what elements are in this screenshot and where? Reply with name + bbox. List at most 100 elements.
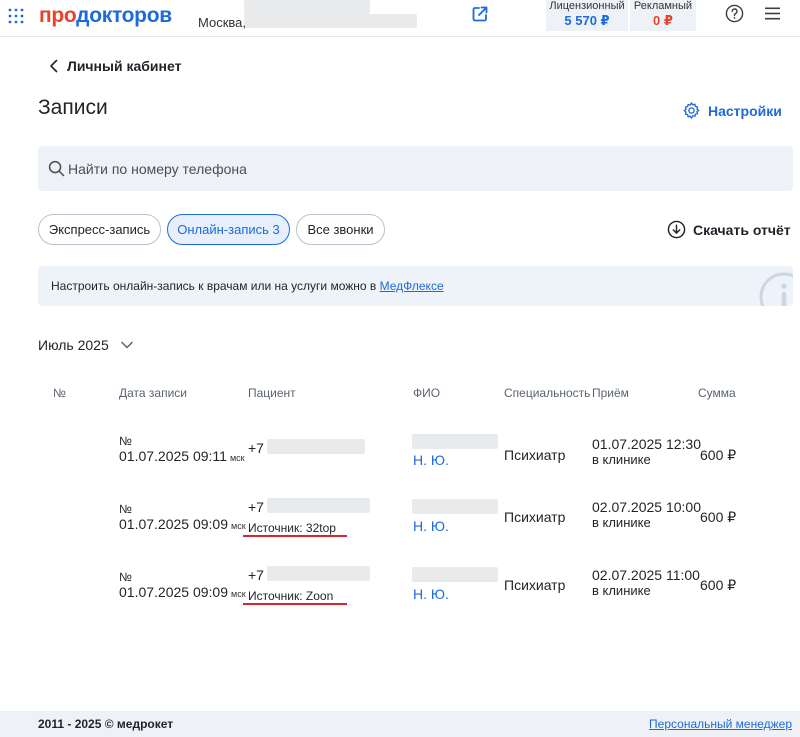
patient-phone: +7 <box>248 567 264 583</box>
redacted-address <box>244 14 417 28</box>
settings-button[interactable]: Настройки <box>682 101 782 120</box>
menu-icon[interactable] <box>765 7 780 20</box>
doctor-name-link[interactable]: Н. Ю. <box>413 452 449 468</box>
table-row[interactable]: № 01.07.2025 09:09 мск +7 Источник: Zoon … <box>0 566 800 638</box>
booking-sum: 600 ₽ <box>700 577 737 593</box>
chevron-down-icon <box>121 341 133 349</box>
booking-sum: 600 ₽ <box>700 447 737 463</box>
back-link[interactable]: Личный кабинет <box>49 57 181 75</box>
ad-balance-label: Рекламный <box>633 0 693 12</box>
booking-date: 01.07.2025 09:09 мск <box>119 584 246 600</box>
visit-place: в клинике <box>592 583 651 598</box>
column-header-specialty: Специальность <box>504 386 591 400</box>
back-link-label: Личный кабинет <box>67 58 182 74</box>
search-icon <box>48 160 65 177</box>
redacted-name <box>412 499 498 514</box>
filter-online[interactable]: Онлайн-запись 3 <box>167 214 290 245</box>
filter-express-label: Экспресс-запись <box>48 222 151 237</box>
gear-icon <box>683 102 700 119</box>
medflex-link[interactable]: МедФлексе <box>380 279 444 293</box>
download-report-label: Скачать отчёт <box>693 221 791 238</box>
table-row[interactable]: № 01.07.2025 09:11 мск +7 Н. Ю. Психиатр … <box>0 434 800 502</box>
booking-date: 01.07.2025 09:11 мск <box>119 448 245 464</box>
booking-source: Источник: Zoon <box>248 589 334 603</box>
booking-sum: 600 ₽ <box>700 509 737 525</box>
booking-number-label: № <box>119 502 132 516</box>
settings-label: Настройки <box>708 102 782 119</box>
timezone-label: мск <box>231 589 246 599</box>
timezone-label: мск <box>231 521 246 531</box>
source-highlight-underline <box>243 603 347 605</box>
booking-number-label: № <box>119 570 132 584</box>
booking-number-label: № <box>119 434 132 448</box>
timezone-label: мск <box>229 453 245 463</box>
doctor-name-link[interactable]: Н. Ю. <box>413 518 449 534</box>
chevron-left-icon <box>50 59 58 73</box>
table-row[interactable]: № 01.07.2025 09:09 мск +7 Источник: 32top… <box>0 498 800 570</box>
redacted-address <box>244 0 370 14</box>
column-header-fio: ФИО <box>413 386 441 400</box>
column-header-date: Дата записи <box>119 386 187 400</box>
page-title: Записи <box>38 96 108 119</box>
month-value: Июль 2025 <box>38 337 109 353</box>
column-header-sum: Сумма <box>698 386 736 400</box>
filter-all-calls-label: Все звонки <box>307 222 374 237</box>
source-highlight-underline <box>243 535 347 537</box>
logo[interactable]: продокторов <box>39 4 172 28</box>
ad-balance[interactable]: Рекламный 0 ₽ <box>630 0 696 31</box>
info-icon <box>759 272 793 306</box>
redacted-name <box>412 434 498 449</box>
patient-phone: +7 <box>248 499 264 515</box>
license-balance-value: 5 570 ₽ <box>564 13 610 28</box>
footer: 2011 - 2025 © медрокет Персональный мене… <box>0 711 800 737</box>
license-balance-label: Лицензионный <box>549 0 625 12</box>
column-header-number: № <box>53 386 66 400</box>
copyright: 2011 - 2025 © медрокет <box>38 717 174 731</box>
specialty: Психиатр <box>504 577 566 593</box>
visit-info: 01.07.2025 12:30 в клинике <box>592 436 701 468</box>
info-message: Настроить онлайн-запись к врачам или на … <box>51 279 380 293</box>
phone-search-input[interactable] <box>68 160 748 177</box>
patient-phone: +7 <box>248 440 264 456</box>
doctor-name-link[interactable]: Н. Ю. <box>413 586 449 602</box>
redacted-phone <box>267 566 370 581</box>
column-header-visit: Приём <box>592 386 629 400</box>
license-balance[interactable]: Лицензионный 5 570 ₽ <box>546 0 628 31</box>
info-text: Настроить онлайн-запись к врачам или на … <box>51 279 444 293</box>
redacted-phone <box>267 439 365 454</box>
booking-date-value: 01.07.2025 09:09 <box>119 516 228 532</box>
visit-date: 02.07.2025 11:00 <box>592 567 700 583</box>
visit-info: 02.07.2025 10:00 в клинике <box>592 499 701 531</box>
grid-icon[interactable] <box>8 8 24 24</box>
search-bar <box>38 146 793 191</box>
download-icon <box>667 220 686 239</box>
filter-express[interactable]: Экспресс-запись <box>38 214 161 245</box>
info-banner: Настроить онлайн-запись к врачам или на … <box>38 266 793 306</box>
visit-date: 02.07.2025 10:00 <box>592 499 701 515</box>
visit-info: 02.07.2025 11:00 в клинике <box>592 567 700 599</box>
redacted-phone <box>267 498 370 513</box>
specialty: Психиатр <box>504 509 566 525</box>
personal-manager-link[interactable]: Персональный менеджер <box>649 717 792 731</box>
visit-place: в клинике <box>592 452 651 467</box>
external-link-icon[interactable] <box>470 4 490 24</box>
help-icon[interactable] <box>725 4 744 23</box>
logo-part-1: про <box>39 4 77 27</box>
booking-source: Источник: 32top <box>248 521 336 535</box>
download-report-button[interactable]: Скачать отчёт <box>667 220 791 239</box>
city-label: Москва, <box>198 15 246 30</box>
month-selector[interactable]: Июль 2025 <box>38 337 133 353</box>
top-bar: продокторов Москва, Лицензионный 5 570 ₽… <box>0 0 800 37</box>
filter-all-calls[interactable]: Все звонки <box>296 214 385 245</box>
specialty: Психиатр <box>504 447 566 463</box>
redacted-name <box>412 567 498 582</box>
logo-part-2: докторов <box>76 4 172 27</box>
visit-date: 01.07.2025 12:30 <box>592 436 701 452</box>
ad-balance-value: 0 ₽ <box>653 13 673 28</box>
booking-date-value: 01.07.2025 09:09 <box>119 584 228 600</box>
booking-date: 01.07.2025 09:09 мск <box>119 516 246 532</box>
booking-date-value: 01.07.2025 09:11 <box>119 448 227 464</box>
filter-online-label: Онлайн-запись 3 <box>177 222 280 237</box>
column-header-patient: Пациент <box>248 386 296 400</box>
visit-place: в клинике <box>592 515 651 530</box>
